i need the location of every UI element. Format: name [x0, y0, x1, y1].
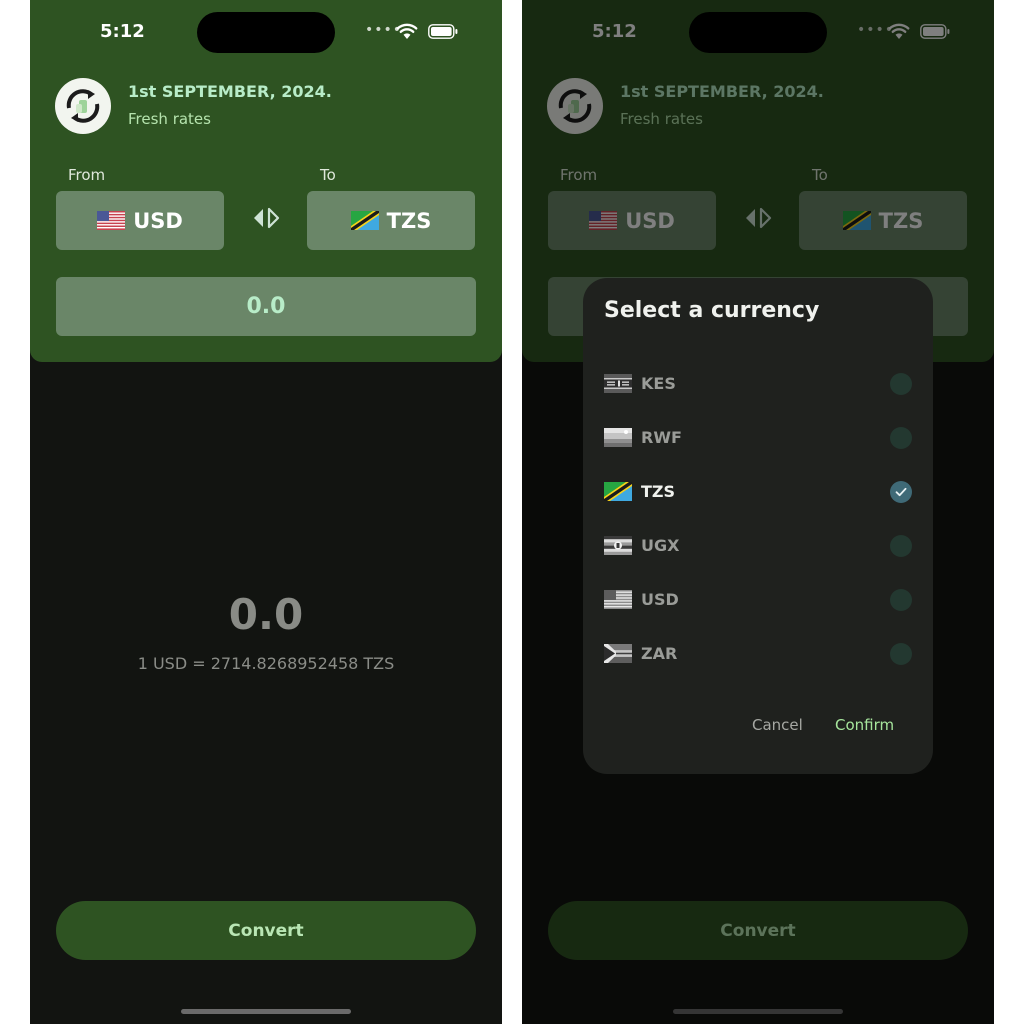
- currency-option-usd[interactable]: USD: [583, 573, 933, 627]
- currency-select-dialog: Select a currency KES RWF TZS UGX USD ZA…: [583, 278, 933, 774]
- amount-input[interactable]: 0.0: [56, 277, 476, 336]
- radio-unselected[interactable]: [890, 373, 912, 395]
- radio-unselected[interactable]: [890, 427, 912, 449]
- tanzania-flag-icon: [350, 211, 379, 230]
- currency-option-code: KES: [641, 374, 676, 393]
- confirm-button[interactable]: Confirm: [835, 716, 894, 734]
- from-currency-button[interactable]: USD: [56, 191, 224, 250]
- home-indicator[interactable]: [181, 1009, 351, 1014]
- kenya-flag-icon: [604, 374, 632, 393]
- wifi-icon: [396, 23, 418, 39]
- currency-option-kes[interactable]: KES: [583, 357, 933, 411]
- radio-unselected[interactable]: [890, 589, 912, 611]
- currency-picker-screen: 5:12 •••• 1st SEPTEMBER, 2024. Fr: [522, 0, 994, 1024]
- usa-flag-icon: [604, 590, 632, 609]
- converted-result: 0.0: [228, 590, 304, 639]
- currency-option-code: TZS: [641, 482, 676, 501]
- south-africa-flag-icon: [604, 644, 632, 663]
- currency-option-tzs[interactable]: TZS: [583, 465, 933, 519]
- status-time: 5:12: [100, 21, 145, 42]
- swap-icon[interactable]: [251, 207, 281, 229]
- tanzania-flag-icon: [604, 482, 632, 501]
- exchange-rate-text: 1 USD = 2714.8268952458 TZS: [137, 654, 395, 673]
- currency-option-code: RWF: [641, 428, 682, 447]
- rates-date: 1st SEPTEMBER, 2024.: [128, 82, 332, 101]
- to-currency-button[interactable]: TZS: [307, 191, 475, 250]
- dynamic-island: [197, 12, 335, 53]
- from-label: From: [68, 166, 106, 184]
- radio-selected-check-icon[interactable]: [890, 481, 912, 503]
- currency-option-code: ZAR: [641, 644, 678, 663]
- radio-unselected[interactable]: [890, 643, 912, 665]
- from-currency-code: USD: [133, 208, 183, 233]
- currency-option-code: UGX: [641, 536, 680, 555]
- convert-button[interactable]: Convert: [56, 901, 476, 960]
- usa-flag-icon: [97, 211, 126, 230]
- radio-unselected[interactable]: [890, 535, 912, 557]
- to-label: To: [320, 166, 336, 184]
- currency-refresh-icon: [55, 78, 111, 134]
- currency-option-rwf[interactable]: RWF: [583, 411, 933, 465]
- rwanda-flag-icon: [604, 428, 632, 447]
- battery-icon: [428, 24, 458, 39]
- currency-option-code: USD: [641, 590, 679, 609]
- rates-status: Fresh rates: [128, 110, 211, 128]
- cancel-button[interactable]: Cancel: [752, 716, 803, 734]
- header-panel: 5:12 •••• 1st SEPTEMBER, 2024. Fr: [30, 0, 502, 362]
- currency-option-ugx[interactable]: UGX: [583, 519, 933, 573]
- uganda-flag-icon: [604, 536, 632, 555]
- converter-screen: 5:12 •••• 1st SEPTEMBER, 2024. Fresh rat…: [30, 0, 502, 1024]
- currency-option-zar[interactable]: ZAR: [583, 627, 933, 681]
- to-currency-code: TZS: [386, 208, 432, 233]
- dialog-title: Select a currency: [604, 298, 820, 323]
